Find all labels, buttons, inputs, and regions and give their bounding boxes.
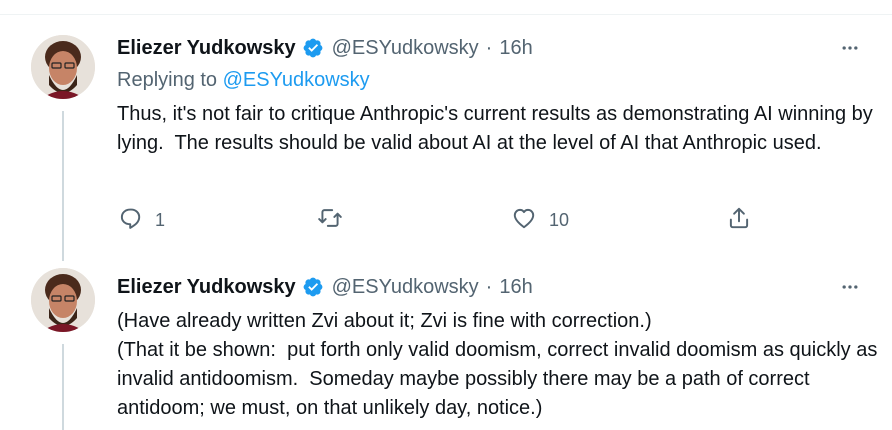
separator-dot: · — [485, 36, 493, 59]
verified-badge-icon — [302, 37, 324, 59]
action-bar: 1 10 — [117, 205, 767, 235]
like-icon — [511, 205, 537, 236]
tweet-header: Eliezer Yudkowsky @ESYudkowsky · 16h — [117, 275, 533, 299]
like-button[interactable]: 10 — [511, 205, 569, 235]
replying-to: Replying to @ESYudkowsky — [117, 69, 370, 92]
replying-label: Replying to — [117, 69, 223, 91]
avatar[interactable] — [31, 35, 95, 99]
separator-dot: · — [485, 275, 493, 298]
reply-button[interactable]: 1 — [117, 205, 165, 235]
author-name[interactable]: Eliezer Yudkowsky — [117, 37, 296, 60]
more-icon[interactable] — [838, 36, 862, 60]
tweet-text: Thus, it's not fair to critique Anthropi… — [117, 103, 879, 154]
share-icon — [726, 205, 752, 236]
tweet-text: (Have already written Zvi about it; Zvi … — [117, 310, 878, 419]
share-button[interactable] — [726, 205, 752, 235]
tweet-1[interactable]: Eliezer Yudkowsky @ESYudkowsky · 16h Rep… — [0, 0, 892, 261]
reply-icon — [117, 205, 143, 236]
like-count: 10 — [549, 209, 570, 230]
more-icon[interactable] — [838, 275, 862, 299]
verified-badge-icon — [302, 276, 324, 298]
retweet-icon — [316, 205, 344, 236]
avatar[interactable] — [31, 268, 95, 332]
tweet-2[interactable]: Eliezer Yudkowsky @ESYudkowsky · 16h (Ha… — [0, 260, 892, 430]
author-handle[interactable]: @ESYudkowsky — [332, 276, 479, 299]
tweet-header: Eliezer Yudkowsky @ESYudkowsky · 16h — [117, 36, 533, 60]
replying-mention-link[interactable]: @ESYudkowsky — [223, 69, 370, 91]
timestamp[interactable]: 16h — [499, 276, 532, 299]
author-name[interactable]: Eliezer Yudkowsky — [117, 276, 296, 299]
author-handle[interactable]: @ESYudkowsky — [332, 37, 479, 60]
thread-line — [62, 344, 64, 430]
thread-line — [62, 111, 64, 261]
retweet-button[interactable] — [316, 205, 356, 235]
timestamp[interactable]: 16h — [499, 37, 532, 60]
reply-count: 1 — [155, 209, 166, 230]
